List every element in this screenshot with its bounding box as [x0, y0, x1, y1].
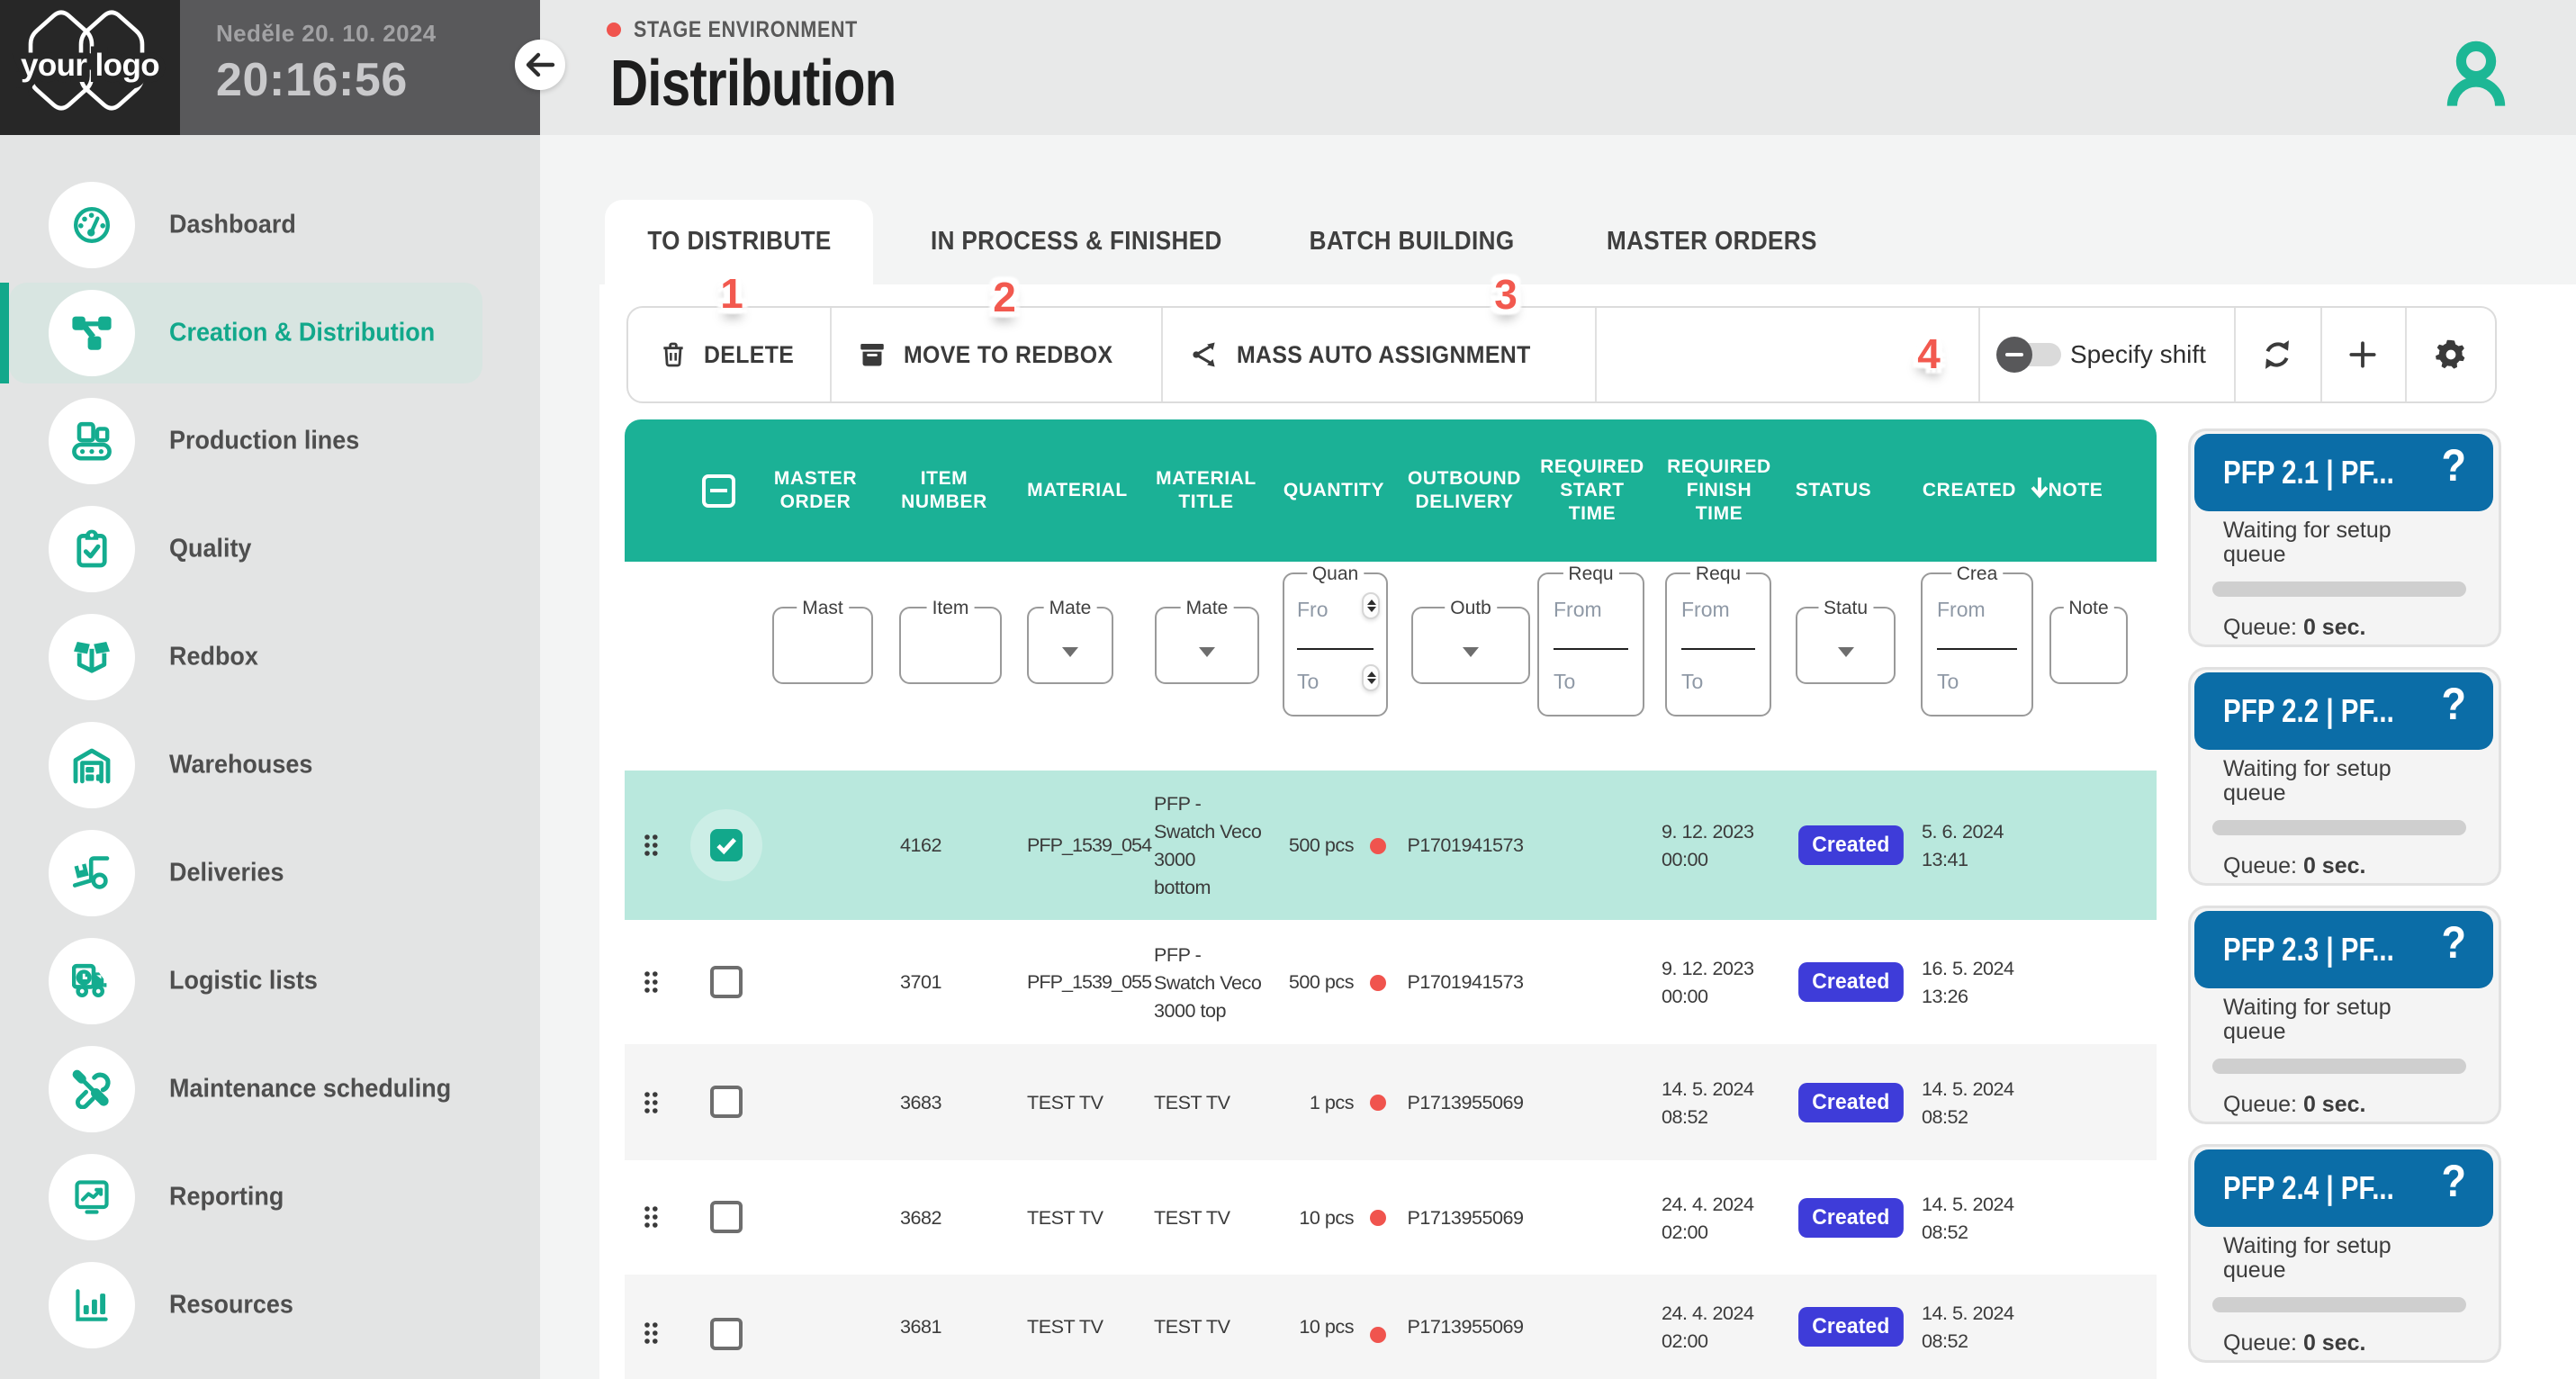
- svg-text:your logo: your logo: [21, 48, 159, 83]
